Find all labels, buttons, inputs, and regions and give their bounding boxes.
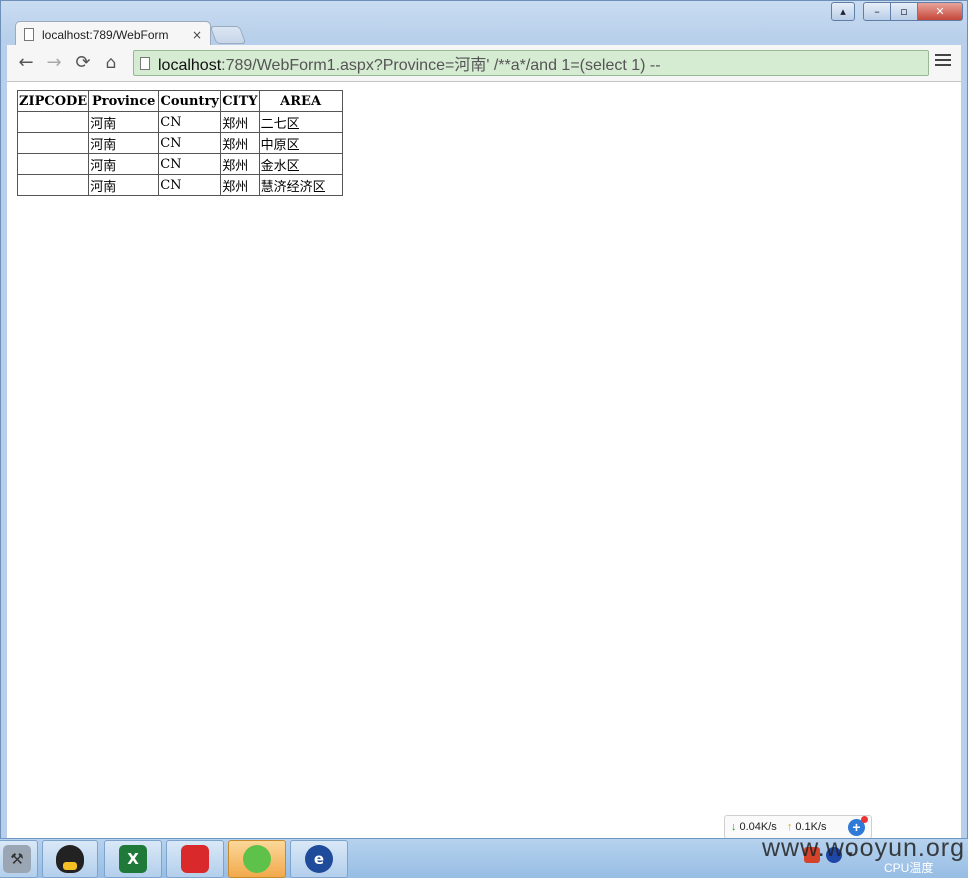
qq-penguin-icon [56, 845, 84, 873]
minimize-button[interactable]: – [863, 2, 891, 21]
address-bar[interactable]: localhost:789/WebForm1.aspx?Province=河南'… [133, 50, 929, 76]
table-cell: 郑州 [220, 111, 260, 133]
excel-icon: X [119, 845, 147, 873]
tab-webform[interactable]: localhost:789/WebForm × [15, 21, 211, 47]
table-cell: 中原区 [258, 132, 343, 154]
browser-toolbar: ← → ⟳ ⌂ localhost:789/WebForm1.aspx?Prov… [7, 45, 961, 82]
table-row: 河南 CN 郑州 慧济经济区 [16, 174, 343, 196]
reload-button[interactable]: ⟳ [73, 53, 93, 73]
minimize-icon: – [874, 5, 880, 18]
table-row: 河南 CN 郑州 中原区 [16, 132, 343, 154]
table-cell: 河南 [88, 111, 160, 133]
table-cell: 郑州 [220, 132, 260, 154]
url-path: :789/WebForm1.aspx?Province=河南' /**a*/an… [221, 57, 661, 74]
taskbar-wechat[interactable] [228, 840, 286, 878]
menu-icon[interactable] [935, 54, 951, 70]
table-cell: 二七区 [258, 111, 343, 133]
foxit-reader-icon [181, 845, 209, 873]
table-cell [16, 153, 90, 175]
tools-icon: ⚒ [3, 845, 31, 873]
maximize-button[interactable]: ▫ [890, 2, 918, 21]
page-icon [24, 28, 34, 41]
taskbar-excel[interactable]: X [104, 840, 162, 878]
close-icon: ✕ [935, 5, 945, 18]
watermark: www.wooyun.org [762, 834, 965, 862]
tab-title: localhost:789/WebForm [42, 27, 169, 42]
home-button[interactable]: ⌂ [101, 53, 121, 73]
browser-window: ▴ – ▫ ✕ localhost:789/WebForm × ← → ⟳ ⌂ … [0, 0, 968, 840]
user-icon: ▴ [840, 5, 846, 18]
column-header: ZIPCODE [16, 90, 90, 112]
url-host: localhost [158, 57, 222, 74]
download-speed: 0.04K/s [739, 821, 777, 833]
upload-speed: 0.1K/s [795, 821, 827, 833]
table-row: 河南 CN 郑州 二七区 [16, 111, 343, 133]
taskbar-qq[interactable] [42, 840, 98, 878]
table-cell: CN [158, 153, 222, 175]
table-cell: 金水区 [258, 153, 343, 175]
table-cell [16, 111, 90, 133]
plus-icon[interactable]: + [848, 815, 868, 836]
column-header: Province [88, 90, 160, 112]
user-profile-button[interactable]: ▴ [831, 2, 855, 21]
back-button[interactable]: ← [16, 53, 36, 73]
table-header-row: ZIPCODE Province Country CITY AREA [16, 90, 343, 112]
wechat-icon [243, 845, 271, 873]
table-cell: 河南 [88, 174, 160, 196]
table-cell [16, 132, 90, 154]
maximize-icon: ▫ [900, 5, 908, 18]
ie-browser-icon: e [305, 845, 333, 873]
table-row: 河南 CN 郑州 金水区 [16, 153, 343, 175]
page-content: ZIPCODE Province Country CITY AREA 河南 CN… [7, 82, 961, 840]
column-header: AREA [258, 90, 343, 112]
data-table: ZIPCODE Province Country CITY AREA 河南 CN… [16, 90, 343, 196]
table-cell: 河南 [88, 132, 160, 154]
table-cell: CN [158, 174, 222, 196]
new-tab-button[interactable] [209, 26, 247, 44]
table-cell: 慧济经济区 [258, 174, 343, 196]
page-icon [140, 56, 150, 70]
taskbar-ie[interactable]: e [290, 840, 348, 878]
taskbar-foxit[interactable] [166, 840, 224, 878]
taskbar-tools[interactable]: ⚒ [0, 840, 38, 878]
table-cell [16, 174, 90, 196]
close-window-button[interactable]: ✕ [917, 2, 963, 21]
upload-arrow-icon: ↑ [786, 821, 793, 833]
table-cell: CN [158, 132, 222, 154]
table-cell: 郑州 [220, 153, 260, 175]
table-cell: 郑州 [220, 174, 260, 196]
download-arrow-icon: ↓ [731, 821, 737, 833]
table-cell: CN [158, 111, 222, 133]
column-header: CITY [220, 90, 260, 112]
address-url[interactable]: localhost:789/WebForm1.aspx?Province=河南'… [158, 51, 661, 75]
tab-close-icon[interactable]: × [192, 28, 202, 42]
column-header: Country [158, 90, 222, 112]
forward-button[interactable]: → [44, 53, 64, 73]
table-cell: 河南 [88, 153, 160, 175]
